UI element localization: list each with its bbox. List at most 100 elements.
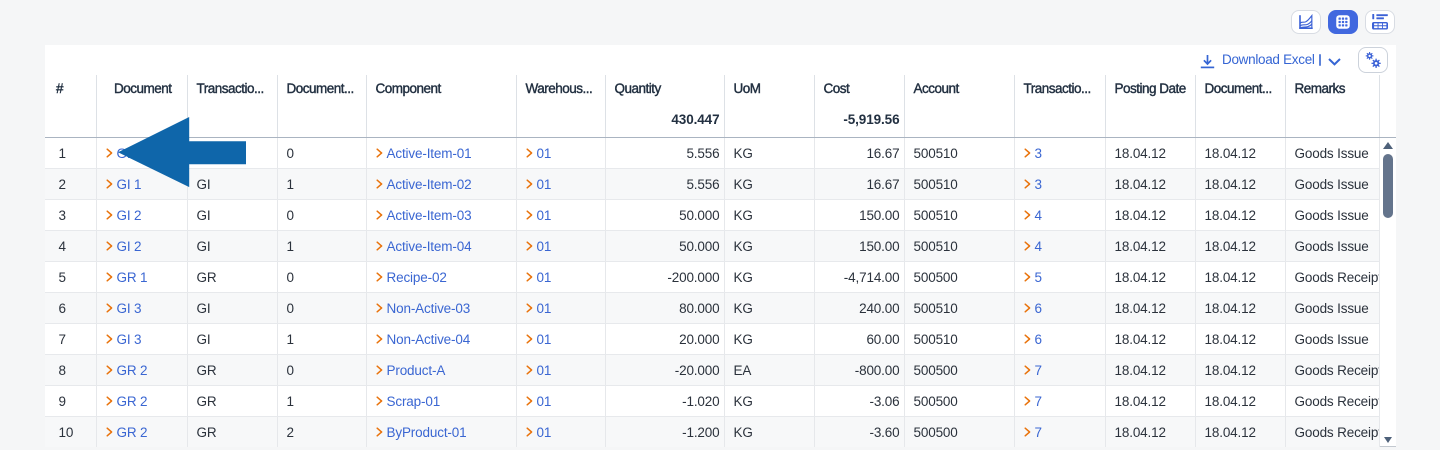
table-row-4[interactable]: 4GI 2GI1Active-Item-040150.000KG150.0050…	[45, 231, 1380, 262]
cell-num: 8	[45, 355, 97, 385]
cell-link-warehouse[interactable]: 01	[537, 146, 552, 161]
analytical-table-card: Download Excel #DocumentTransactio...Doc…	[45, 45, 1396, 447]
cell-link-warehouse[interactable]: 01	[537, 363, 552, 378]
column-header-num[interactable]: #	[45, 75, 97, 137]
column-total	[905, 102, 1014, 137]
cell-link-trans_seq[interactable]: 6	[1035, 301, 1042, 316]
table-toolbar: Download Excel	[45, 45, 1396, 75]
cell-link-trans_seq[interactable]: 7	[1035, 363, 1042, 378]
table-row-5[interactable]: 5GR 1GR0Recipe-0201-200.000KG-4,714.0050…	[45, 262, 1380, 293]
grid-icon	[1336, 15, 1350, 29]
column-header-posting_date[interactable]: Posting Date	[1106, 75, 1196, 137]
cell-trans_type: GI	[188, 293, 278, 323]
cell-remarks: Goods Issue	[1286, 324, 1380, 354]
cell-link-trans_seq[interactable]: 4	[1035, 208, 1042, 223]
cell-uom: KG	[725, 231, 815, 261]
cell-link-trans_seq[interactable]: 7	[1035, 394, 1042, 409]
cell-link-trans_seq[interactable]: 6	[1035, 332, 1042, 347]
cell-link-warehouse[interactable]: 01	[537, 239, 552, 254]
column-header-warehouse[interactable]: Warehous...	[517, 75, 606, 137]
nav-chevron-icon	[526, 148, 533, 158]
column-header-account[interactable]: Account	[905, 75, 1015, 137]
column-total	[45, 102, 96, 137]
cell-link-component[interactable]: Non-Active-04	[387, 332, 471, 347]
cell-link-trans_seq[interactable]: 3	[1035, 146, 1042, 161]
cell-link-warehouse[interactable]: 01	[537, 332, 552, 347]
cell-link-component[interactable]: Active-Item-03	[387, 208, 472, 223]
cell-link-document[interactable]: GR 1	[117, 270, 148, 285]
table-view-button[interactable]	[1328, 10, 1358, 34]
cell-link-trans_seq[interactable]: 7	[1035, 425, 1042, 440]
download-excel-button[interactable]: Download Excel	[1222, 45, 1315, 75]
cell-account: 500510	[905, 324, 1015, 354]
cell-trans_seq: 6	[1015, 324, 1106, 354]
cell-link-document[interactable]: GR 2	[117, 363, 148, 378]
column-header-quantity[interactable]: Quantity430.447	[606, 75, 725, 137]
column-label: Document	[97, 75, 187, 102]
cell-account: 500510	[905, 169, 1015, 199]
cell-link-component[interactable]: ByProduct-01	[387, 425, 467, 440]
cell-warehouse: 01	[517, 417, 606, 447]
cell-trans_type: GI	[188, 324, 278, 354]
chart-view-button[interactable]	[1291, 10, 1321, 34]
cell-link-component[interactable]: Active-Item-01	[387, 146, 472, 161]
column-header-component[interactable]: Component	[367, 75, 517, 137]
cell-link-document[interactable]: GI 3	[117, 301, 142, 316]
cell-remarks: Goods Issue	[1286, 293, 1380, 323]
cell-link-warehouse[interactable]: 01	[537, 177, 552, 192]
cell-link-document[interactable]: GI 2	[117, 208, 142, 223]
cell-link-document[interactable]: GI 2	[117, 239, 142, 254]
cell-link-warehouse[interactable]: 01	[537, 394, 552, 409]
cell-link-component[interactable]: Active-Item-04	[387, 239, 472, 254]
cell-doc_item: 0	[278, 293, 367, 323]
cell-remarks: Goods Receipt	[1286, 355, 1380, 385]
column-label: Account	[905, 75, 1014, 102]
column-header-trans_seq[interactable]: Transactio...	[1015, 75, 1106, 137]
cell-link-warehouse[interactable]: 01	[537, 425, 552, 440]
table-row-6[interactable]: 6GI 3GI0Non-Active-030180.000KG240.00500…	[45, 293, 1380, 324]
column-label: Document...	[278, 75, 366, 102]
column-header-remarks[interactable]: Remarks	[1286, 75, 1380, 137]
table-row-8[interactable]: 8GR 2GR0Product-A01-20.000EA-800.0050050…	[45, 355, 1380, 386]
cell-warehouse: 01	[517, 262, 606, 292]
cell-cost: 150.00	[815, 200, 905, 230]
table-row-10[interactable]: 10GR 2GR2ByProduct-0101-1.200KG-3.605005…	[45, 417, 1380, 447]
column-header-doc_item[interactable]: Document...	[278, 75, 367, 137]
cell-document: GR 1	[97, 262, 188, 292]
cell-uom: KG	[725, 200, 815, 230]
cell-link-warehouse[interactable]: 01	[537, 301, 552, 316]
cell-link-component[interactable]: Active-Item-02	[387, 177, 472, 192]
cell-link-trans_seq[interactable]: 3	[1035, 177, 1042, 192]
cell-quantity: 50.000	[606, 200, 725, 230]
cell-link-document[interactable]: GR 2	[117, 394, 148, 409]
table-row-7[interactable]: 7GI 3GI1Non-Active-040120.000KG60.005005…	[45, 324, 1380, 355]
cell-link-trans_seq[interactable]: 5	[1035, 270, 1042, 285]
column-label: Remarks	[1286, 75, 1379, 102]
cell-link-document[interactable]: GI 3	[117, 332, 142, 347]
scrollbar-thumb[interactable]	[1383, 154, 1393, 218]
cell-link-component[interactable]: Non-Active-03	[387, 301, 471, 316]
cell-link-trans_seq[interactable]: 4	[1035, 239, 1042, 254]
chart-table-view-button[interactable]	[1365, 10, 1395, 34]
column-header-cost[interactable]: Cost-5,919.56	[815, 75, 905, 137]
column-label: Transactio...	[188, 75, 277, 102]
cell-link-component[interactable]: Product-A	[387, 363, 446, 378]
cell-link-component[interactable]: Recipe-02	[387, 270, 447, 285]
cell-trans_seq: 7	[1015, 355, 1106, 385]
table-row-9[interactable]: 9GR 2GR1Scrap-0101-1.020KG-3.06500500718…	[45, 386, 1380, 417]
scrollbar-up-arrow[interactable]	[1383, 142, 1393, 149]
cell-link-component[interactable]: Scrap-01	[387, 394, 441, 409]
scrollbar-down-arrow[interactable]	[1384, 437, 1392, 443]
table-row-3[interactable]: 3GI 2GI0Active-Item-030150.000KG150.0050…	[45, 200, 1380, 231]
cell-link-warehouse[interactable]: 01	[537, 208, 552, 223]
cell-link-warehouse[interactable]: 01	[537, 270, 552, 285]
column-header-doc_date[interactable]: Document...	[1196, 75, 1286, 137]
cell-doc_date: 18.04.12	[1196, 324, 1286, 354]
cell-cost: -3.60	[815, 417, 905, 447]
column-header-uom[interactable]: UoM	[725, 75, 815, 137]
chevron-down-icon[interactable]	[1328, 58, 1341, 66]
cell-link-document[interactable]: GR 2	[117, 425, 148, 440]
column-total	[517, 102, 605, 137]
settings-button[interactable]	[1358, 47, 1388, 73]
cell-warehouse: 01	[517, 200, 606, 230]
